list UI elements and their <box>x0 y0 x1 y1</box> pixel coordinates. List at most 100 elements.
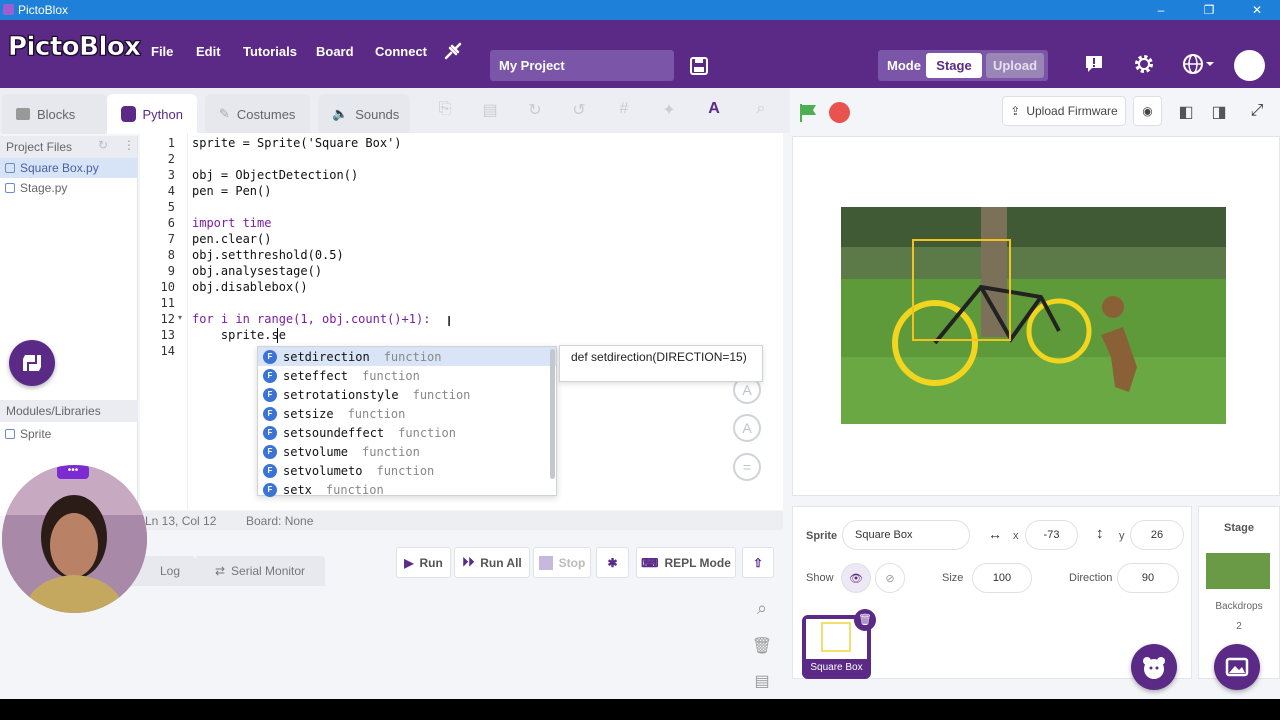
language-globe-icon[interactable] <box>1182 53 1216 80</box>
sprite-label: Sprite <box>806 530 838 542</box>
module-item-sprite[interactable]: Sprite <box>0 424 138 444</box>
font-size-icon[interactable]: A <box>703 100 725 122</box>
zoom-out-icon[interactable]: A <box>733 414 761 442</box>
autocomplete-item[interactable]: Fseteffect function <box>258 366 556 385</box>
camera-button[interactable]: ◉ <box>1133 96 1162 126</box>
stop-button[interactable]: Stop <box>533 547 591 578</box>
direction-input[interactable]: 90 <box>1117 563 1179 593</box>
pictoblox-logo: PictoBlox <box>8 32 142 63</box>
x-input[interactable]: -73 <box>1025 520 1078 550</box>
menu-board[interactable]: Board <box>316 44 354 59</box>
autocomplete-item[interactable]: Fsetx function <box>258 480 556 499</box>
suggestion-type: function <box>412 387 471 402</box>
more-options-icon[interactable]: ⋮ <box>123 138 135 152</box>
comment-icon[interactable]: # <box>613 100 635 122</box>
webcam-menu-badge[interactable]: ••• <box>57 465 89 479</box>
y-input[interactable]: 26 <box>1130 520 1184 550</box>
stage-camera-image[interactable] <box>841 207 1226 424</box>
export-icon: ⇧ <box>752 555 764 570</box>
save-icon[interactable] <box>689 56 709 81</box>
suggestion-type: function <box>383 349 442 364</box>
show-label: Show <box>806 572 834 584</box>
file-item-stage[interactable]: Stage.py <box>0 178 137 198</box>
suggestion-type: function <box>398 425 456 440</box>
menu-file[interactable]: File <box>151 44 173 59</box>
green-flag-icon[interactable] <box>797 102 819 129</box>
mode-upload-button[interactable]: Upload <box>986 53 1044 78</box>
extension-plug-icon[interactable] <box>442 40 464 67</box>
tab-costumes[interactable]: ✎ Costumes <box>205 94 310 134</box>
tab-python[interactable]: Python <box>107 94 197 134</box>
tab-sounds[interactable]: 🔈 Sounds <box>318 94 410 134</box>
autocomplete-item[interactable]: Fsetdirection function <box>258 347 556 366</box>
refresh-icon[interactable]: ↻ <box>98 138 108 152</box>
fold-arrow-icon[interactable]: ▾ <box>178 313 182 322</box>
file-item-square-box[interactable]: Square Box.py <box>0 158 137 178</box>
delete-sprite-icon[interactable]: 🗑 <box>854 609 876 631</box>
repl-mode-button[interactable]: ⌨ REPL Mode <box>636 547 736 578</box>
autocomplete-item[interactable]: Fsetvolume function <box>258 442 556 461</box>
console-document-icon[interactable]: ▤ <box>751 671 773 693</box>
window-title: PictoBlox <box>18 3 69 17</box>
tab-blocks[interactable]: Blocks <box>2 94 107 134</box>
python-file-icon <box>5 163 15 173</box>
autocomplete-item[interactable]: Fsetvolumeto function <box>258 461 556 480</box>
run-button[interactable]: ▶ Run <box>396 547 451 578</box>
minimize-button[interactable]: – <box>1146 0 1176 20</box>
add-backdrop-button[interactable] <box>1214 644 1260 690</box>
suggestion-name: setvolume <box>283 444 349 459</box>
menu-edit[interactable]: Edit <box>196 44 221 59</box>
autocomplete-item[interactable]: Fsetsoundeffect function <box>258 423 556 442</box>
menu-connect[interactable]: Connect <box>375 44 427 59</box>
stage-backdrop-thumbnail[interactable] <box>1206 553 1270 589</box>
clear-console-icon[interactable]: 🗑 <box>751 636 773 658</box>
app-screen: PictoBlox File Edit Tutorials Board Conn… <box>0 20 1280 699</box>
text-cursor <box>277 328 278 343</box>
editor-status-bar: Ln 13, Col 12 Board: None <box>140 511 783 530</box>
undo-icon[interactable]: ↺ <box>568 100 590 122</box>
mode-stage-button[interactable]: Stage <box>926 53 982 78</box>
upload-firmware-button[interactable]: ⇪ Upload Firmware <box>1002 96 1126 126</box>
redo-icon[interactable]: ↻ <box>524 100 546 122</box>
run-all-label: Run All <box>480 555 522 570</box>
show-visible-button[interactable]: 👁 <box>841 563 871 593</box>
close-button[interactable]: ✕ <box>1242 0 1272 20</box>
line-number: 12 <box>160 312 175 326</box>
size-input[interactable]: 100 <box>972 563 1032 593</box>
search-icon[interactable]: ⌕ <box>750 100 772 122</box>
stop-icon[interactable] <box>829 102 850 123</box>
python-assistant-button[interactable] <box>9 340 55 386</box>
project-name-input[interactable]: My Project <box>490 50 674 81</box>
presenter-webcam-overlay: ••• <box>2 465 147 613</box>
feedback-icon[interactable] <box>1084 54 1104 79</box>
x-label: x <box>1013 530 1019 542</box>
add-sprite-button[interactable] <box>1131 644 1177 690</box>
module-icon <box>5 429 15 439</box>
small-stage-icon[interactable]: ◧ <box>1175 102 1197 124</box>
suggestion-type: function <box>325 482 384 497</box>
user-avatar[interactable] <box>1234 50 1265 81</box>
zoom-reset-icon[interactable]: = <box>733 453 761 481</box>
console-search-icon[interactable]: ⌕ <box>751 598 773 620</box>
hide-button[interactable]: ⊘ <box>875 563 905 593</box>
export-button[interactable]: ⇧ <box>742 547 774 578</box>
sprite-name-input[interactable]: Square Box <box>842 520 970 550</box>
run-all-button[interactable]: ⏵⏵ Run All <box>454 547 530 578</box>
tab-serial-monitor[interactable]: ⇄ Serial Monitor <box>195 556 325 586</box>
mouse-ibeam-cursor: I <box>447 313 452 330</box>
debug-button[interactable]: ✱ <box>596 547 629 578</box>
function-badge-icon: F <box>263 387 277 402</box>
autocomplete-scrollbar[interactable] <box>550 349 555 479</box>
menu-tutorials[interactable]: Tutorials <box>243 44 297 59</box>
autocomplete-item[interactable]: Fsetrotationstyle function <box>258 385 556 404</box>
settings-gear-icon[interactable] <box>1133 53 1155 80</box>
maximize-button[interactable]: ❐ <box>1194 0 1224 20</box>
fullscreen-icon[interactable]: ⤢ <box>1246 102 1268 124</box>
code-line: pen = Pen() <box>192 184 272 198</box>
copy-icon[interactable]: ⎘ <box>434 100 456 122</box>
function-badge-icon: F <box>263 368 277 383</box>
paste-icon[interactable]: ▤ <box>479 100 501 122</box>
magic-wand-icon[interactable]: ✦ <box>658 100 680 122</box>
large-stage-icon[interactable]: ◨ <box>1208 102 1230 124</box>
autocomplete-item[interactable]: Fsetsize function <box>258 404 556 423</box>
